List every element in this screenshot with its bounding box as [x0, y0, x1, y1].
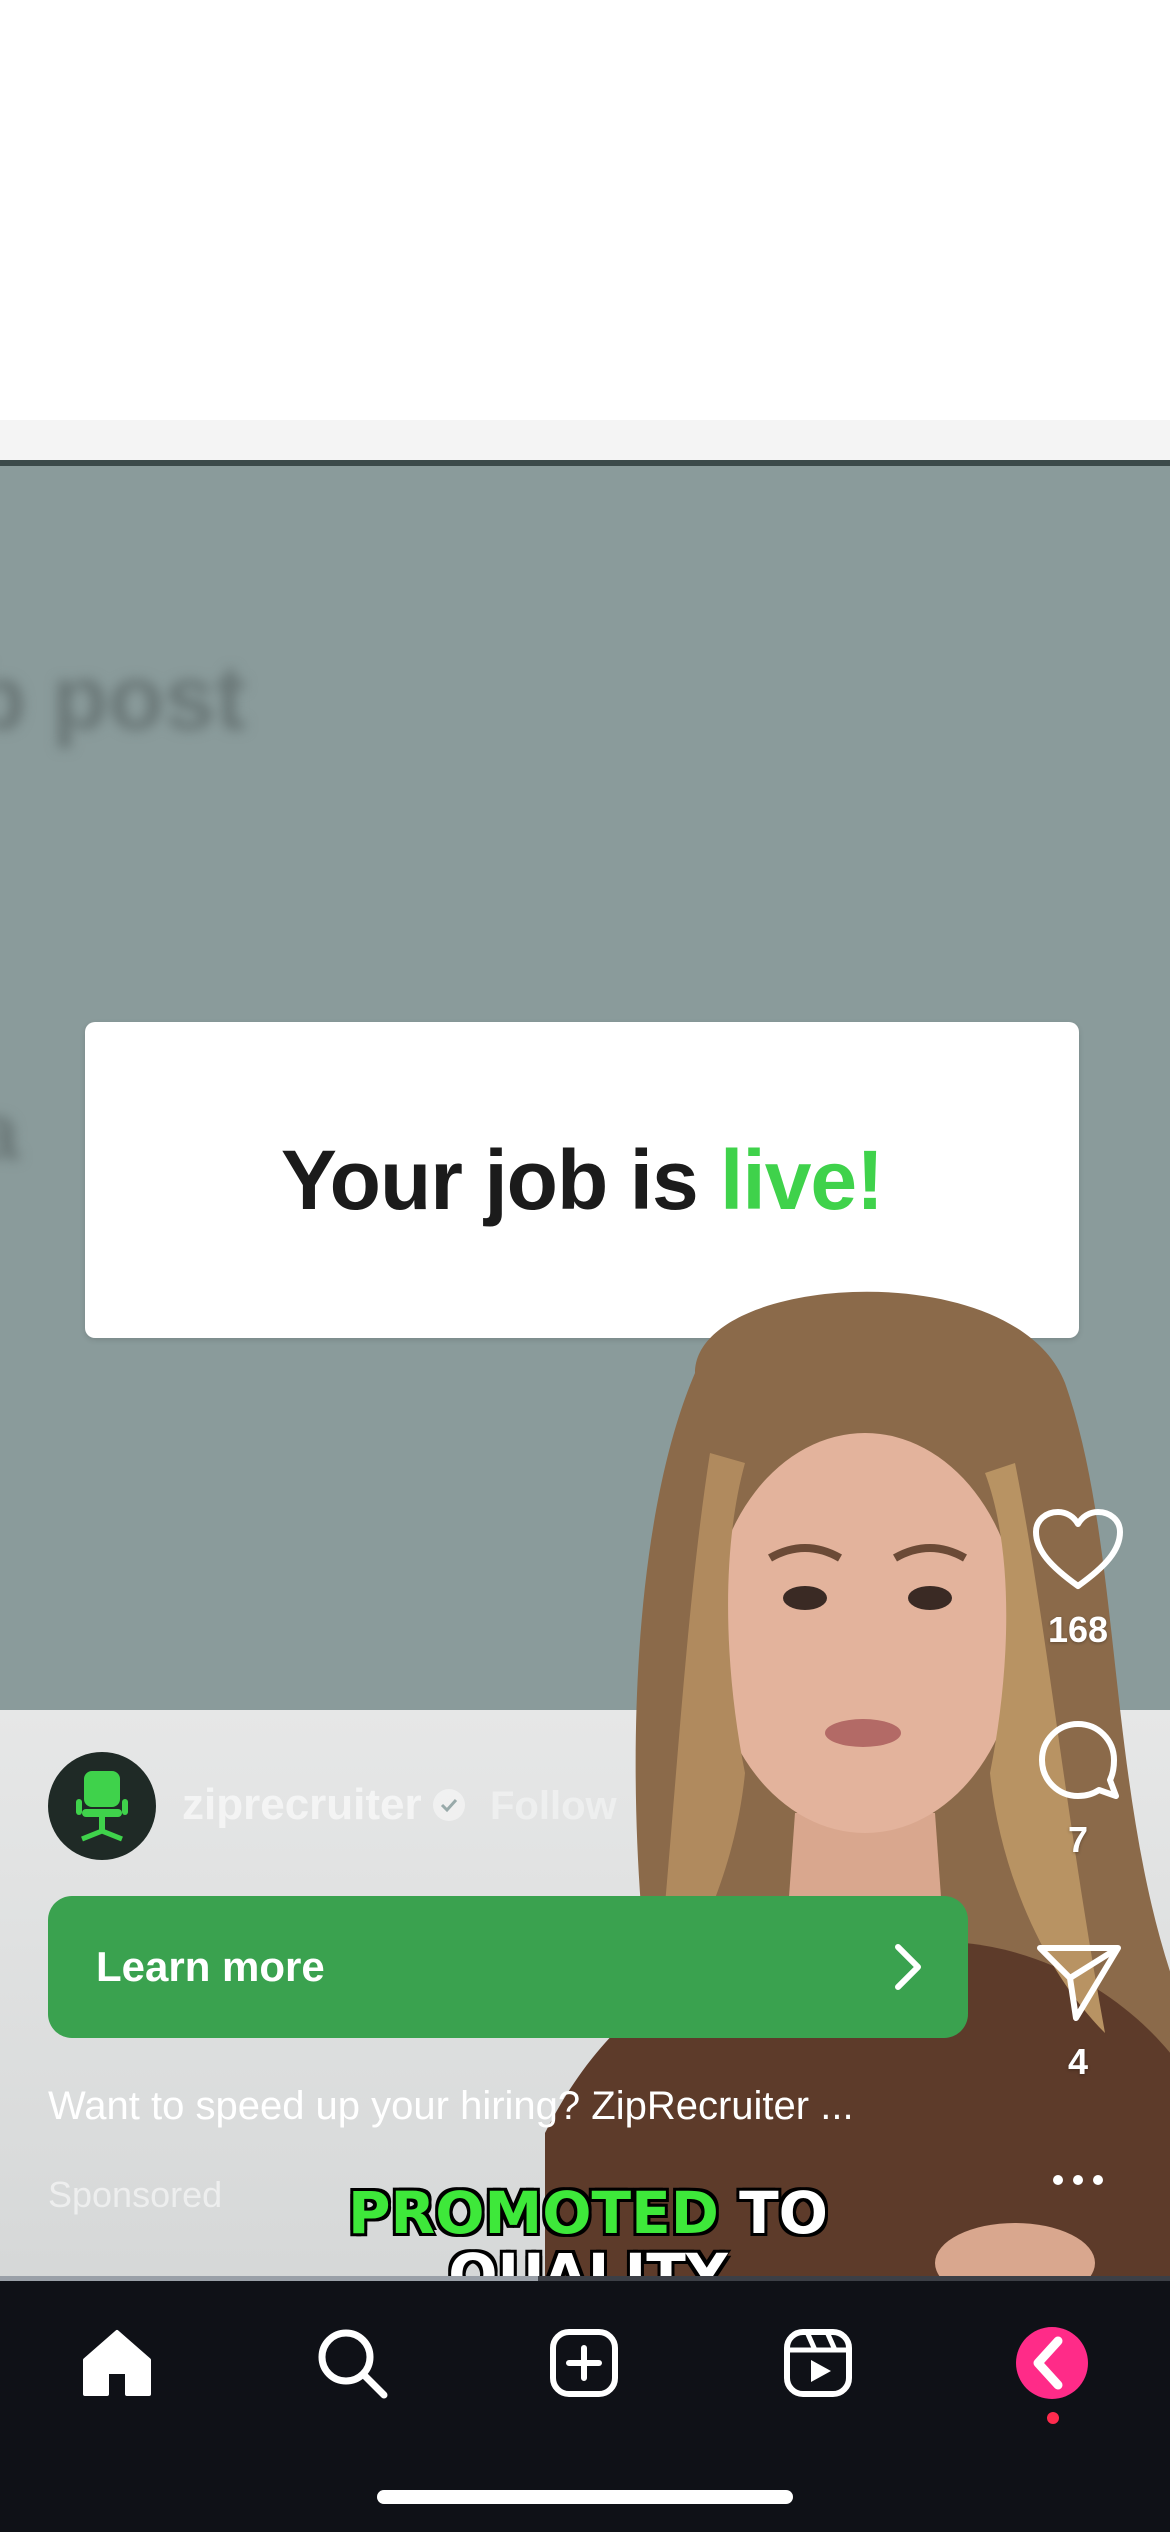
- job-live-text: Your job is live!: [280, 1132, 884, 1229]
- chevron-right-icon: [895, 1944, 921, 1990]
- sponsored-label: Sponsored: [48, 2174, 223, 2215]
- reels-icon: [784, 2329, 852, 2397]
- follow-button[interactable]: Follow: [490, 1784, 617, 1829]
- nav-home[interactable]: [75, 2321, 159, 2405]
- job-live-main: Your job is: [280, 1132, 721, 1227]
- caption-line-1-rest: TO: [718, 2179, 828, 2247]
- ellipsis-icon: [1053, 2175, 1063, 2185]
- account-name[interactable]: ziprecruiter: [182, 1780, 422, 1830]
- top-blank-area: [0, 0, 1170, 420]
- comment-icon[interactable]: [1030, 1718, 1126, 1802]
- office-chair-icon: [76, 1771, 128, 1842]
- post-description[interactable]: Want to speed up your hiring? ZipRecruit…: [48, 2084, 948, 2129]
- ellipsis-icon: [1093, 2175, 1103, 2185]
- home-indicator[interactable]: [377, 2490, 793, 2504]
- share-action[interactable]: 4: [1030, 1940, 1126, 2083]
- heart-icon[interactable]: [1030, 1508, 1126, 1592]
- verified-badge-icon: [433, 1789, 465, 1821]
- caption-highlight-word: PROMOTED: [348, 2179, 719, 2247]
- nav-search[interactable]: [310, 2321, 394, 2405]
- more-options-button[interactable]: [1030, 2160, 1126, 2200]
- instagram-reel-screen: b post xa Your job is live!: [0, 0, 1170, 2532]
- share-count: 4: [1067, 2041, 1089, 2082]
- job-live-accent: live!: [720, 1132, 884, 1227]
- ellipsis-icon: [1073, 2175, 1083, 2185]
- blurred-background-heading: b post: [0, 647, 246, 749]
- plus-square-icon: [550, 2329, 618, 2397]
- top-divider-strip: [0, 420, 1170, 460]
- video-caption: PROMOTED TO QUALITY: [348, 2182, 828, 2276]
- home-icon: [83, 2330, 151, 2396]
- comment-action[interactable]: 7: [1030, 1718, 1126, 1861]
- learn-more-label: Learn more: [96, 1943, 325, 1990]
- blurred-background-text: xa: [0, 1086, 19, 1178]
- like-count: 168: [1047, 1609, 1109, 1650]
- learn-more-button[interactable]: Learn more: [48, 1896, 968, 2038]
- caption-line-1: PROMOTED TO: [348, 2182, 828, 2244]
- profile-icon: [1016, 2327, 1088, 2399]
- search-icon: [318, 2329, 388, 2399]
- nav-create[interactable]: [542, 2321, 626, 2405]
- send-icon[interactable]: [1030, 1940, 1126, 2024]
- nav-profile[interactable]: [1010, 2321, 1094, 2405]
- account-avatar[interactable]: [48, 1752, 156, 1860]
- profile-notification-dot: [1047, 2412, 1059, 2424]
- caption-line-2: QUALITY: [448, 2241, 728, 2276]
- comment-count: 7: [1067, 1819, 1089, 1860]
- like-action[interactable]: 168: [1030, 1508, 1126, 1651]
- nav-reels[interactable]: [776, 2321, 860, 2405]
